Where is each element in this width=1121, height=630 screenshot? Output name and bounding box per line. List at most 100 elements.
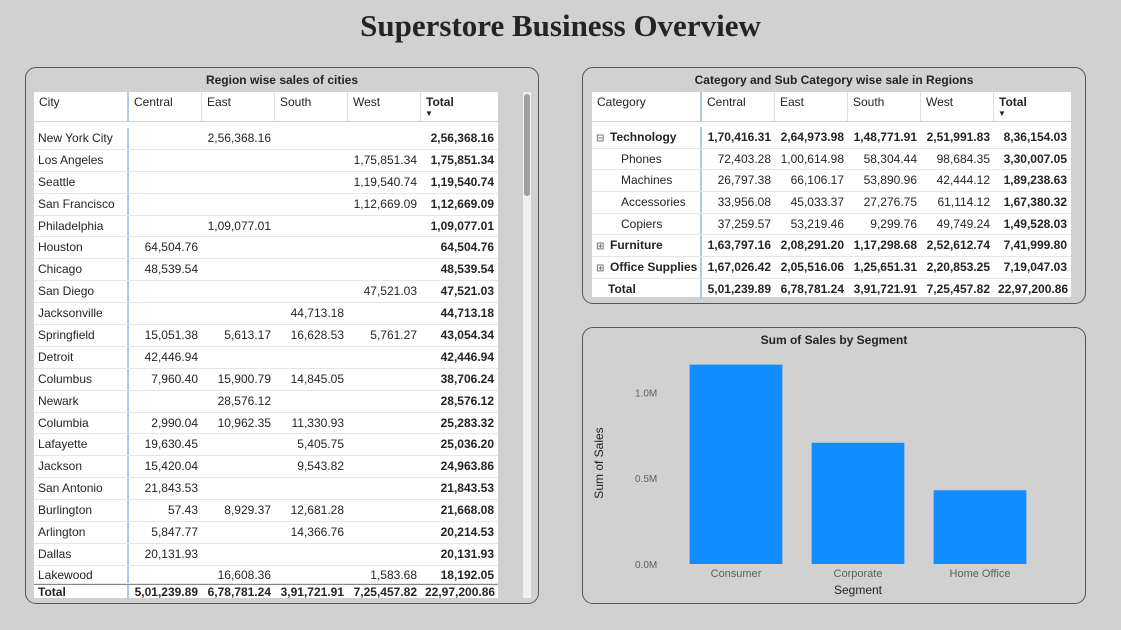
- table-row[interactable]: Newark 28,576.12 28,576.12: [34, 390, 498, 413]
- table-row[interactable]: Houston 64,504.76 64,504.76: [34, 237, 498, 260]
- table-row[interactable]: Arlington 5,847.77 14,366.76 20,214.53: [34, 522, 498, 544]
- table-row[interactable]: Dallas 20,131.93 20,131.93: [34, 543, 498, 566]
- table-cell: 1,19,540.74: [353, 174, 417, 189]
- city-name: Philadelphia: [34, 215, 129, 237]
- column-header-city[interactable]: City: [34, 92, 129, 121]
- total-cell: 22,97,200.86: [998, 281, 1069, 296]
- table-cell: 9,299.76: [870, 216, 917, 231]
- bar-consumer[interactable]: [689, 364, 783, 564]
- column-header-category[interactable]: Category: [592, 92, 702, 121]
- table-cell: [348, 303, 421, 324]
- table-cell: 5,613.17: [224, 328, 271, 343]
- city-name: Houston: [34, 237, 129, 259]
- table-row[interactable]: Philadelphia 1,09,077.01 1,09,077.01: [34, 215, 498, 238]
- city-name: Jackson: [34, 456, 129, 478]
- bar-home-office[interactable]: [933, 490, 1027, 564]
- table-row[interactable]: Burlington 57.43 8,929.37 12,681.28 21,668.0…: [34, 500, 498, 523]
- category-row[interactable]: ⊟ Technology 1,70,416.31 2,64,973.98 1,48,77…: [592, 127, 1071, 149]
- table-row[interactable]: New York City 2,56,368.16 2,56,368.16: [34, 128, 498, 150]
- table-cell: [348, 369, 421, 390]
- city-name: Seattle: [34, 171, 129, 193]
- segment-bar-chart[interactable]: 0.0M 0.5M 1.0M Consumer Corporate Home Office…: [583, 328, 1085, 603]
- expand-icon[interactable]: ⊞: [596, 236, 606, 256]
- subcategory-row[interactable]: Machines 26,797.38 66,106.17 53,890.96 42,44…: [592, 170, 1071, 193]
- column-header-label: City: [39, 95, 60, 109]
- subcategory-row[interactable]: Phones 72,403.28 1,00,614.98 58,304.44 98,68…: [592, 148, 1071, 171]
- table-row[interactable]: San Antonio 21,843.53 21,843.53: [34, 478, 498, 501]
- column-header-total[interactable]: Total ▼: [421, 92, 498, 121]
- category-sales-table[interactable]: Category Central East South West Total ▼ ⊟ Techn…: [592, 92, 1071, 300]
- table-cell: 42,446.94: [440, 349, 494, 364]
- category-row[interactable]: ⊞ Furniture 1,63,797.16 2,08,291.20 1,17,298…: [592, 235, 1071, 258]
- column-header-east[interactable]: East: [202, 92, 275, 121]
- table-cell: 72,403.28: [717, 151, 771, 166]
- total-cell: 5,01,239.89: [134, 584, 198, 599]
- table-cell: [202, 172, 275, 193]
- subcategory-row[interactable]: Copiers 37,259.57 53,219.46 9,299.76 49,749.…: [592, 213, 1071, 236]
- bar-corporate[interactable]: [811, 442, 905, 564]
- column-header-central[interactable]: Central: [702, 92, 775, 121]
- table-row[interactable]: Lakewood 16,608.36 1,583.68 18,192.05: [34, 565, 498, 584]
- column-header-central[interactable]: Central: [129, 92, 202, 121]
- collapse-icon[interactable]: ⊟: [596, 128, 606, 148]
- column-header-east[interactable]: East: [775, 92, 848, 121]
- table-cell: [202, 434, 275, 455]
- table-cell: 1,63,797.16: [707, 238, 771, 253]
- table-row[interactable]: San Francisco 1,12,669.09 1,12,669.09: [34, 193, 498, 216]
- total-cell: 3,91,721.91: [853, 281, 917, 296]
- table-cell: 8,929.37: [224, 503, 271, 518]
- table-cell: 42,444.12: [936, 173, 990, 188]
- table-cell: 28,576.12: [440, 393, 494, 408]
- table-row[interactable]: Seattle 1,19,540.74 1,19,540.74: [34, 171, 498, 194]
- table-row[interactable]: Chicago 48,539.54 48,539.54: [34, 259, 498, 282]
- table-row[interactable]: Lafayette 19,630.45 5,405.75 25,036.20: [34, 434, 498, 457]
- city-name: Burlington: [34, 500, 129, 522]
- table-cell: 37,259.57: [717, 216, 771, 231]
- column-header-west[interactable]: West: [348, 92, 421, 121]
- total-cell: 7,25,457.82: [353, 584, 417, 599]
- expand-icon[interactable]: ⊞: [596, 258, 606, 278]
- table-cell: 15,051.38: [144, 328, 198, 343]
- table-row[interactable]: San Diego 47,521.03 47,521.03: [34, 281, 498, 304]
- table-cell: 33,956.08: [717, 195, 771, 210]
- column-header-total[interactable]: Total ▼: [994, 92, 1071, 121]
- table-row[interactable]: Springfield 15,051.38 5,613.17 16,628.53 5,7…: [34, 325, 498, 347]
- x-tick-label: Home Office: [950, 568, 1011, 580]
- total-row: Total 5,01,239.89 6,78,781.24 3,91,721.91 7,…: [34, 583, 498, 600]
- total-row: Total 5,01,239.89 6,78,781.24 3,91,721.91 7,…: [592, 278, 1071, 300]
- table-row[interactable]: Columbia 2,990.04 10,962.35 11,330.93 25,283…: [34, 412, 498, 435]
- table-cell: 1,67,380.32: [1003, 195, 1067, 210]
- table-row[interactable]: Columbus 7,960.40 15,900.79 14,845.05 38,706…: [34, 368, 498, 391]
- table-cell: [202, 281, 275, 302]
- column-header-label: East: [780, 95, 805, 109]
- subcategory-row[interactable]: Accessories 33,956.08 45,033.37 27,276.75 61…: [592, 192, 1071, 214]
- table-cell: 2,56,368.16: [207, 131, 271, 145]
- table-cell: 9,543.82: [297, 459, 344, 474]
- column-header-west[interactable]: West: [921, 92, 994, 121]
- column-header-south[interactable]: South: [275, 92, 348, 121]
- table-row[interactable]: Jacksonville 44,713.18 44,713.18: [34, 303, 498, 326]
- table-cell: 15,420.04: [144, 459, 198, 474]
- column-header-south[interactable]: South: [848, 92, 921, 121]
- table-row[interactable]: Los Angeles 1,75,851.34 1,75,851.34: [34, 149, 498, 172]
- city-sales-table[interactable]: City Central East South West Total ▼ New York C…: [34, 92, 498, 600]
- table-cell: 2,64,973.98: [780, 130, 844, 144]
- table-cell: 1,09,077.01: [207, 218, 271, 233]
- sort-desc-icon[interactable]: ▼: [425, 109, 433, 118]
- table-cell: [129, 128, 202, 149]
- table-row[interactable]: Detroit 42,446.94 42,446.94: [34, 346, 498, 369]
- table-cell: 1,17,298.68: [853, 238, 917, 253]
- page-title: Superstore Business Overview: [360, 8, 761, 43]
- sort-desc-icon[interactable]: ▼: [998, 109, 1006, 118]
- city-table-title: Region wise sales of cities: [205, 73, 359, 87]
- scroll-thumb[interactable]: [524, 94, 530, 196]
- category-row[interactable]: ⊞ Office Supplies 1,67,026.42 2,05,516.06 1,…: [592, 257, 1071, 279]
- table-cell: [202, 194, 275, 215]
- category-label: Office Supplies: [610, 260, 698, 275]
- table-cell: [275, 172, 348, 193]
- city-name: Arlington: [34, 522, 129, 543]
- city-table-scrollbar[interactable]: [523, 92, 531, 598]
- table-cell: 1,75,851.34: [353, 152, 417, 167]
- category-name: ⊞ Furniture: [592, 235, 702, 257]
- table-row[interactable]: Jackson 15,420.04 9,543.82 24,963.86: [34, 456, 498, 479]
